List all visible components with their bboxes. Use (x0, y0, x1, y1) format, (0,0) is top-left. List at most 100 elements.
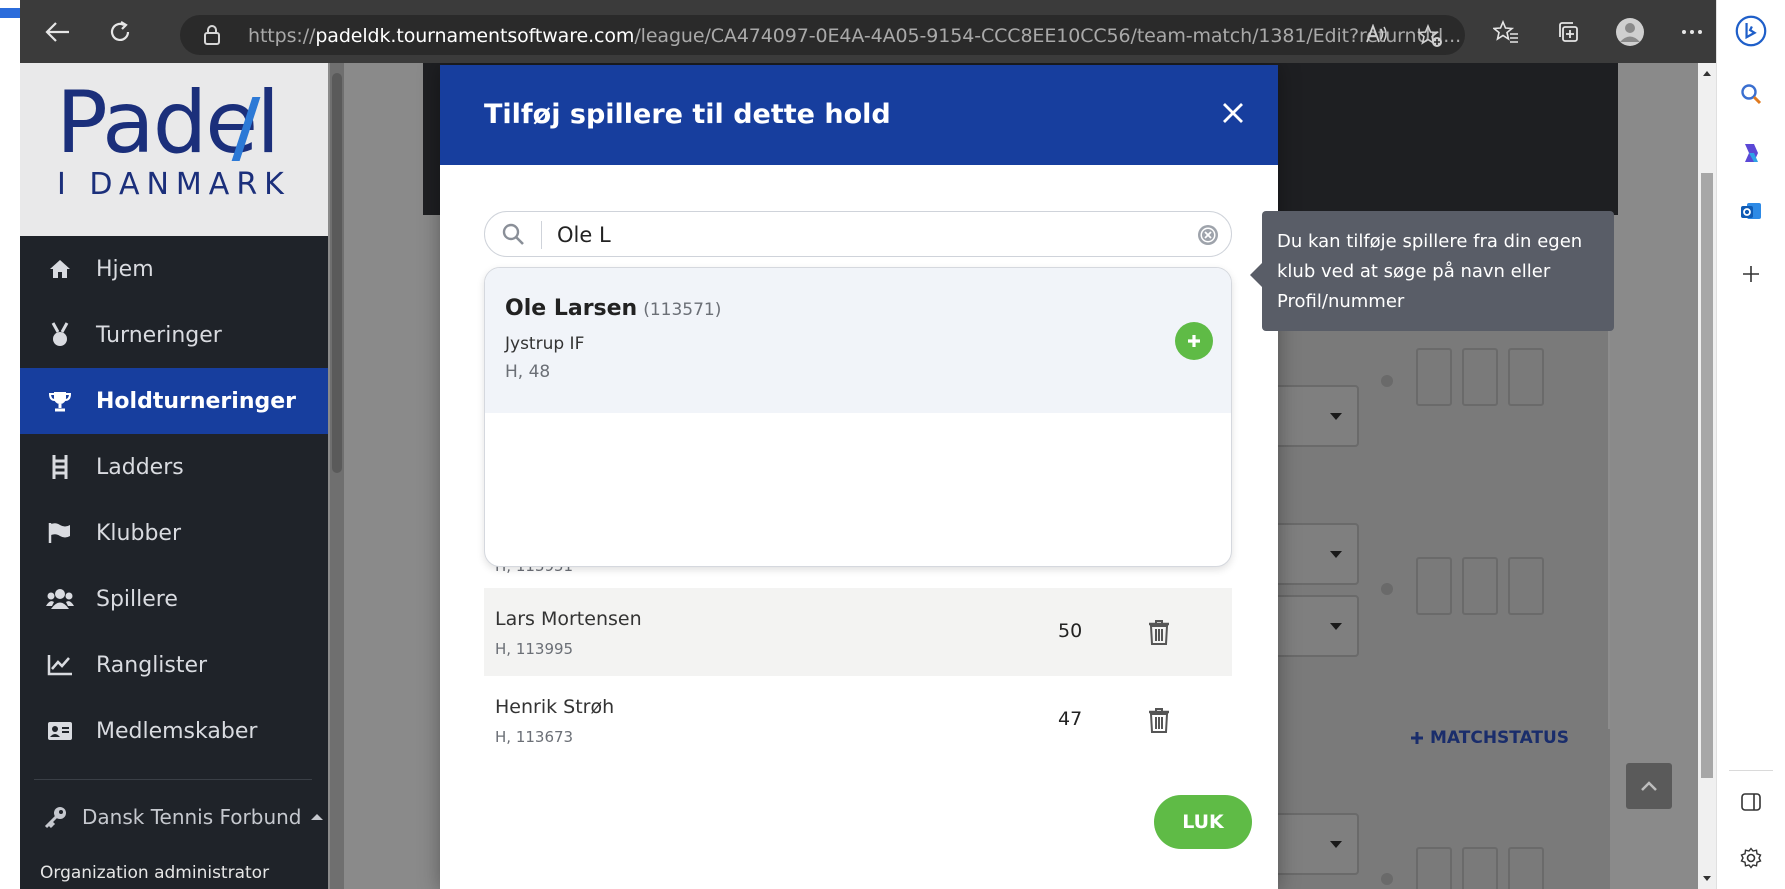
lock-icon[interactable] (202, 24, 222, 50)
address-bar[interactable]: https://padeldk.tournamentsoftware.com/l… (180, 15, 1465, 55)
remove-player-button[interactable] (1144, 615, 1174, 649)
nav-divider (34, 779, 312, 780)
result-name-text: Ole Larsen (505, 296, 638, 321)
modal-close-button[interactable] (1215, 95, 1251, 131)
trash-icon (1149, 708, 1169, 733)
logo-subtitle: I DANMARK (57, 167, 291, 202)
more-horizontal-icon (1682, 30, 1702, 34)
scroll-down-arrow-icon[interactable] (1698, 873, 1716, 885)
collections-icon (1559, 22, 1578, 42)
key-icon (44, 807, 66, 829)
logo-area[interactable]: Padel I DANMARK (20, 63, 328, 236)
scroll-to-top-button[interactable] (1626, 763, 1672, 809)
users-icon (44, 588, 76, 610)
refresh-button[interactable] (100, 12, 140, 52)
flag-icon (44, 522, 76, 544)
outlook-button[interactable] (1735, 195, 1767, 227)
sidebar-scrollbar[interactable] (330, 63, 344, 889)
back-button[interactable] (38, 12, 78, 52)
nav-label: Hjem (96, 256, 154, 282)
search-divider (541, 221, 542, 249)
site-sidebar: Padel I DANMARK Hjem Turneringer Holdtur… (20, 63, 328, 889)
page-scroll-thumb[interactable] (1701, 173, 1713, 778)
copilot-button[interactable] (1735, 137, 1767, 169)
add-player-button[interactable] (1175, 322, 1213, 360)
close-modal-button[interactable]: LUK (1154, 795, 1252, 849)
nav-label: Ranglister (96, 652, 208, 678)
scroll-up-arrow-icon[interactable] (1698, 67, 1716, 79)
matchstatus-link[interactable]: MATCHSTATUS (1410, 728, 1569, 748)
sidebar-scroll-thumb[interactable] (332, 73, 342, 473)
nav-item-holdturneringer[interactable]: Holdturneringer (20, 368, 328, 434)
more-options-button[interactable] (1672, 12, 1712, 52)
bing-button[interactable] (1735, 15, 1767, 47)
player-search-box (484, 211, 1232, 257)
url-text: https://padeldk.tournamentsoftware.com/l… (248, 25, 1461, 47)
modal-title: Tilføj spillere til dette hold (484, 99, 891, 130)
player-name: Lars Mortensen (495, 608, 642, 630)
player-name: Henrik Strøh (495, 696, 615, 718)
profile-button[interactable] (1610, 12, 1650, 52)
avatar-icon (1616, 18, 1644, 46)
favorites-icon (1493, 20, 1518, 43)
result-player-meta: H, 48 (505, 362, 551, 382)
search-sidebar-button[interactable] (1735, 78, 1767, 110)
team-player-row: Lars Mortensen H, 113995 50 (484, 588, 1232, 676)
add-sidebar-app-button[interactable] (1735, 258, 1767, 290)
nav-label: Turneringer (96, 322, 222, 348)
nav-label: Klubber (96, 520, 181, 546)
bg-score-box (1508, 348, 1544, 406)
favorites-button[interactable] (1486, 12, 1526, 52)
bg-score-box (1508, 847, 1544, 889)
org-menu-toggle[interactable]: Dansk Tennis Forbund (44, 805, 324, 829)
result-player-club: Jystrup IF (505, 334, 585, 354)
tooltip-arrow (1250, 263, 1262, 287)
id-card-icon (44, 721, 76, 741)
nav-item-medlemskaber[interactable]: Medlemskaber (20, 698, 328, 764)
hide-sidebar-button[interactable] (1735, 786, 1767, 818)
result-player-name: Ole Larsen (113571) (505, 296, 721, 321)
nav-label: Ladders (96, 454, 184, 480)
nav-item-ranglister[interactable]: Ranglister (20, 632, 328, 698)
sidebar-divider (1729, 770, 1773, 771)
bg-score-box (1416, 557, 1452, 615)
add-players-modal: Tilføj spillere til dette hold Du kan ti… (440, 65, 1614, 889)
url-prefix: https:// (248, 25, 316, 47)
refresh-icon (110, 21, 130, 41)
bg-score-box (1416, 847, 1452, 889)
bg-dot (1381, 873, 1393, 885)
clear-search-button[interactable] (1197, 224, 1219, 250)
nav-item-ladders[interactable]: Ladders (20, 434, 328, 500)
remove-player-button[interactable] (1144, 703, 1174, 737)
page-viewport: Padel I DANMARK Hjem Turneringer Holdtur… (20, 63, 1716, 889)
nav-item-hjem[interactable]: Hjem (20, 236, 328, 302)
search-icon (1741, 84, 1762, 105)
search-help-tooltip: Du kan tilføje spillere fra din egen klu… (1262, 211, 1614, 331)
plus-icon (1411, 732, 1423, 744)
bg-caret-icon (1330, 551, 1342, 558)
bg-score-box (1462, 348, 1498, 406)
collections-button[interactable] (1548, 12, 1588, 52)
player-search-input[interactable] (557, 218, 1177, 252)
bg-score-box (1416, 348, 1452, 406)
bg-caret-icon (1330, 623, 1342, 630)
nav-item-klubber[interactable]: Klubber (20, 500, 328, 566)
nav-item-turneringer[interactable]: Turneringer (20, 302, 328, 368)
url-path: /league/CA474097-0E4A-4A05-9154-CCC8EE10… (634, 25, 1462, 47)
bg-dot (1381, 583, 1393, 595)
ladder-icon (44, 454, 76, 480)
org-label: Dansk Tennis Forbund (82, 805, 302, 829)
settings-button[interactable] (1735, 842, 1767, 874)
add-favorite-icon[interactable] (1416, 23, 1443, 53)
search-results-dropdown: Ole Larsen (113571) Jystrup IF H, 48 (484, 267, 1232, 567)
search-result-item[interactable]: Ole Larsen (113571) Jystrup IF H, 48 (485, 268, 1231, 413)
org-role: Organization administrator (40, 863, 270, 883)
page-scrollbar[interactable] (1698, 63, 1716, 889)
bg-caret-icon (1330, 841, 1342, 848)
read-aloud-icon[interactable] (1366, 23, 1388, 49)
bing-icon (1735, 15, 1767, 47)
nav-item-spillere[interactable]: Spillere (20, 566, 328, 632)
browser-toolbar: https://padeldk.tournamentsoftware.com/l… (20, 0, 1716, 63)
result-player-id: (113571) (643, 300, 722, 320)
plus-icon (1743, 266, 1759, 282)
